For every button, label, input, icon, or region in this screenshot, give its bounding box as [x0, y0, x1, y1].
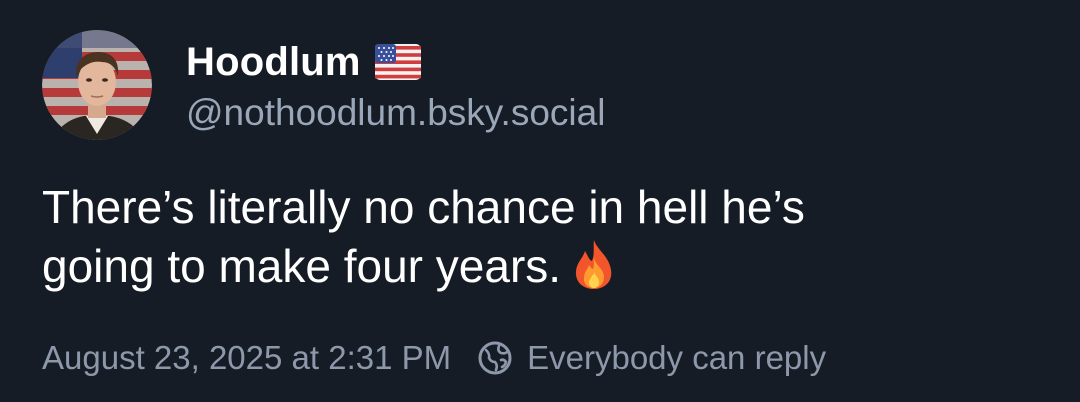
- us-flag-icon: [374, 44, 421, 80]
- post-text: There’s literally no chance in hell he’s…: [42, 178, 1042, 304]
- avatar[interactable]: [42, 30, 152, 140]
- author-handle[interactable]: @nothoodlum.bsky.social: [186, 92, 605, 134]
- post-text-line-1: There’s literally no chance in hell he’s: [42, 181, 805, 233]
- reply-setting-button[interactable]: Everybody can reply: [477, 339, 826, 377]
- fire-icon: [571, 238, 617, 304]
- post-card: Hoodlum @nothoodlum.bsky.social There’s …: [0, 0, 1080, 402]
- reply-setting-label: Everybody can reply: [527, 339, 827, 376]
- author-name-row: Hoodlum: [186, 36, 421, 88]
- avatar-image: [42, 30, 152, 140]
- timestamp[interactable]: August 23, 2025 at 2:31 PM: [42, 339, 451, 377]
- post-text-line-2-text: going to make four years.: [42, 240, 562, 292]
- globe-icon: [477, 340, 527, 376]
- post-meta: August 23, 2025 at 2:31 PM Everybody can…: [42, 336, 826, 380]
- post-text-line-2: going to make four years.: [42, 237, 1042, 304]
- display-name[interactable]: Hoodlum: [186, 40, 361, 85]
